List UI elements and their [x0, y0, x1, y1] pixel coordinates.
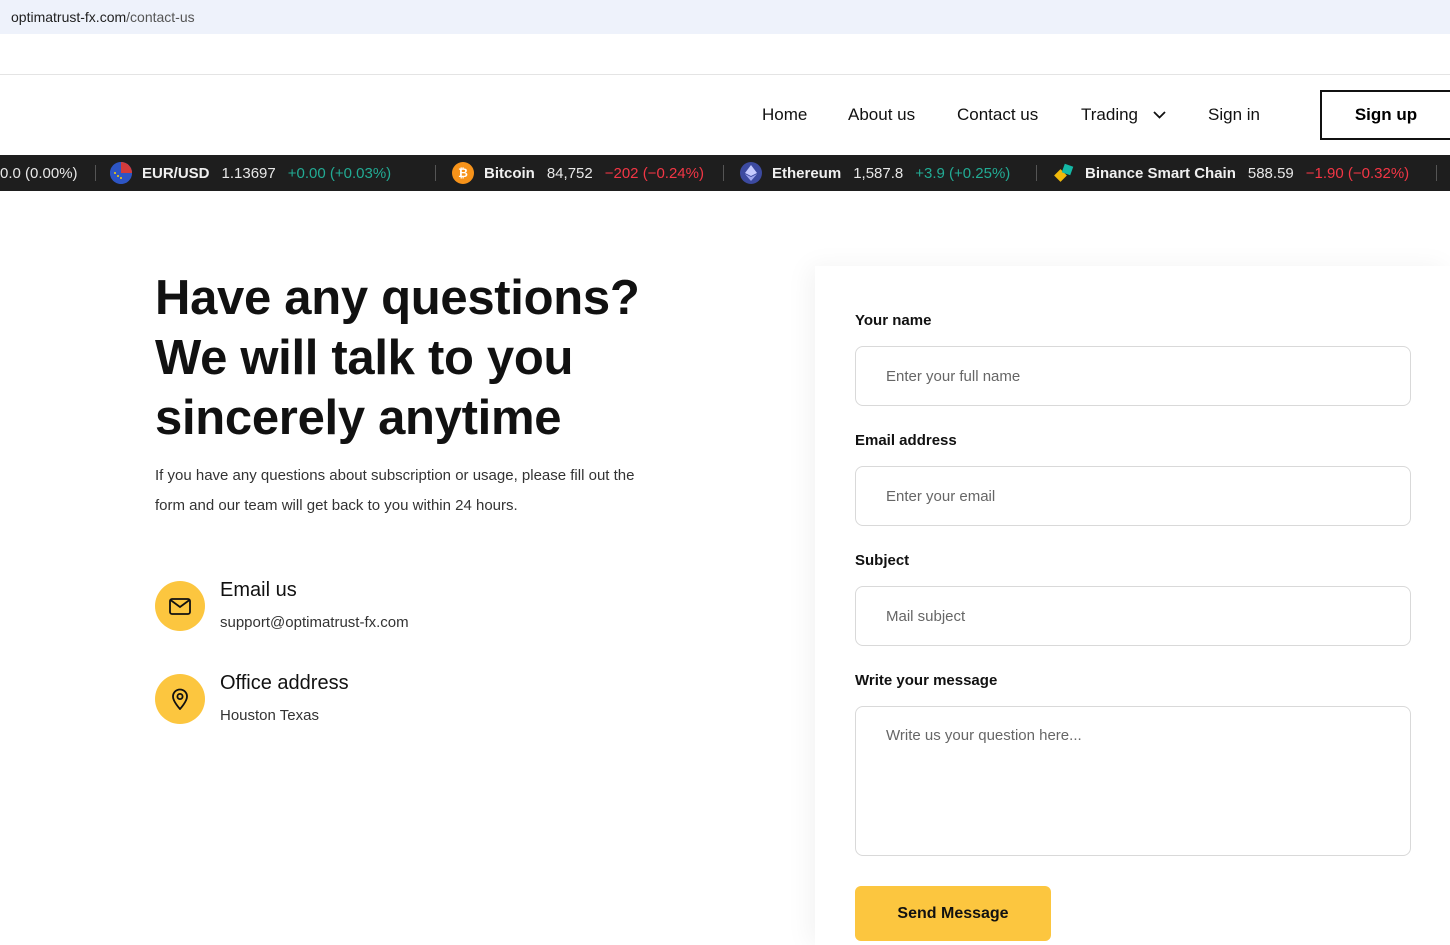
ticker-name: Bitcoin	[484, 164, 535, 182]
ticker-change: +3.9 (+0.25%)	[915, 164, 1011, 182]
url-path: /contact-us	[126, 9, 195, 25]
header-divider	[0, 74, 1450, 75]
ticker-divider	[723, 165, 724, 181]
ticker-item: EUR/USD 1.13697 +0.00 (+0.03%)	[110, 155, 391, 191]
ticker-price: 84,752	[546, 164, 593, 182]
name-label: Your name	[855, 312, 932, 329]
nav-contact-us[interactable]: Contact us	[957, 90, 1038, 140]
mail-icon	[155, 581, 205, 631]
title-line-3: sincerely anytime	[155, 391, 562, 445]
title-line-1: Have any questions?	[155, 271, 640, 325]
ticker-change: −202 (−0.24%)	[604, 164, 704, 182]
ethereum-icon	[740, 162, 762, 184]
name-input[interactable]	[855, 346, 1411, 406]
sign-up-button[interactable]: Sign up	[1320, 90, 1450, 140]
message-label: Write your message	[855, 672, 998, 689]
nav-sign-in[interactable]: Sign in	[1208, 90, 1260, 140]
page-title: Have any questions? We will talk to you …	[155, 268, 675, 448]
email-input[interactable]	[855, 466, 1411, 526]
url-domain: optimatrust-fx.com	[11, 9, 127, 25]
ticker-item: ₿ Bitcoin 84,752 −202 (−0.24%)	[452, 155, 704, 191]
ticker-price: 588.59	[1247, 164, 1294, 182]
email-label: Email address	[855, 432, 957, 449]
message-textarea[interactable]	[855, 706, 1411, 856]
main-nav: Home About us Contact us Trading Sign in…	[0, 90, 1450, 140]
nav-home[interactable]: Home	[762, 90, 807, 140]
ticker-divider	[1436, 165, 1437, 181]
office-title: Office address	[220, 672, 349, 694]
ticker-change: 0.0 (0.00%)	[0, 164, 78, 182]
address-bar[interactable]: optimatrust-fx.com/contact-us	[0, 0, 1450, 34]
subject-input[interactable]	[855, 586, 1411, 646]
market-ticker[interactable]: 0.0 (0.00%) EUR/USD 1.13697 +0.00 (+0.03…	[0, 155, 1450, 191]
chevron-down-icon	[1152, 108, 1166, 122]
ticker-divider	[1036, 165, 1037, 181]
ticker-price: 1.13697	[221, 164, 276, 182]
bitcoin-icon: ₿	[452, 162, 474, 184]
page-description: If you have any questions about subscrip…	[155, 467, 635, 514]
ticker-item: Binance Smart Chain 588.59 −1.90 (−0.32%…	[1053, 155, 1409, 191]
email-title: Email us	[220, 579, 297, 601]
nav-trading-label: Trading	[1081, 105, 1139, 124]
title-line-2: We will talk to you	[155, 331, 574, 385]
subject-label: Subject	[855, 552, 910, 569]
ticker-change: +0.00 (+0.03%)	[287, 164, 392, 182]
ticker-name: Ethereum	[772, 164, 842, 182]
send-message-button[interactable]: Send Message	[855, 886, 1051, 941]
ticker-divider	[435, 165, 436, 181]
ticker-item: 0.0 (0.00%)	[0, 155, 78, 191]
office-value: Houston Texas	[220, 707, 319, 724]
contact-form: Your name Email address Subject Write yo…	[815, 266, 1450, 945]
flag-eu-us-icon	[110, 162, 132, 184]
ticker-name: EUR/USD	[142, 164, 210, 182]
location-pin-icon	[155, 674, 205, 724]
ticker-item: Ethereum 1,587.8 +3.9 (+0.25%)	[740, 155, 1010, 191]
nav-trading-dropdown[interactable]: Trading	[1081, 90, 1166, 140]
ticker-divider	[95, 165, 96, 181]
ticker-price: 1,587.8	[853, 164, 904, 182]
bnb-icon	[1053, 162, 1075, 184]
ticker-change: −1.90 (−0.32%)	[1305, 164, 1410, 182]
nav-about-us[interactable]: About us	[848, 90, 915, 140]
ticker-name: Binance Smart Chain	[1085, 164, 1236, 182]
email-value[interactable]: support@optimatrust-fx.com	[220, 614, 409, 631]
contact-office-block: Office address Houston Texas	[155, 672, 349, 724]
contact-email-block: Email us support@optimatrust-fx.com	[155, 579, 409, 631]
